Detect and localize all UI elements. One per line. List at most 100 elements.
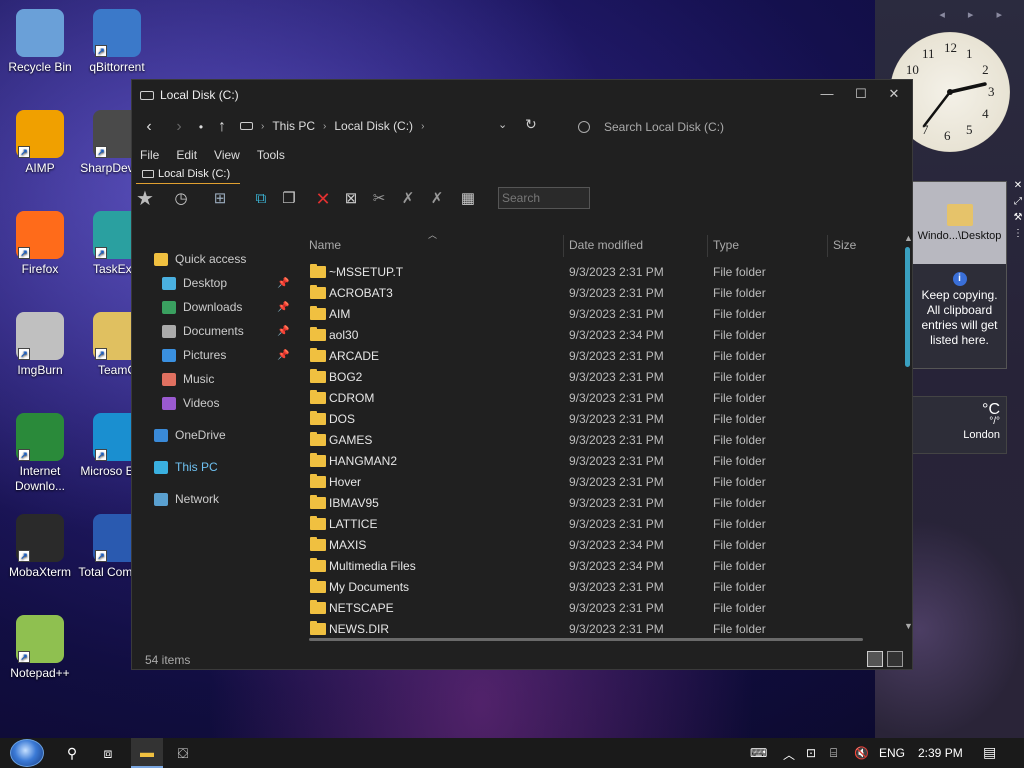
scroll-up-arrow[interactable]: ▲ xyxy=(904,233,913,243)
nav-item-onedrive[interactable]: OneDrive xyxy=(154,425,226,445)
notifications-icon[interactable]: ▤ xyxy=(983,744,996,761)
pin-icon[interactable]: 📌 xyxy=(277,278,289,289)
table-row[interactable]: MAXIS 9/3/2023 2:34 PM File folder xyxy=(302,535,902,556)
table-row[interactable]: DOS 9/3/2023 2:31 PM File folder xyxy=(302,409,902,430)
network-icon[interactable]: ⌸ xyxy=(830,746,837,761)
sidebar-nav-arrows[interactable]: ◂ ▸ ▸ xyxy=(939,8,1012,21)
table-row[interactable]: Multimedia Files 9/3/2023 2:34 PM File fol… xyxy=(302,556,902,577)
column-header-date[interactable]: Date modified xyxy=(569,238,643,256)
history-clock-icon[interactable]: ◷ xyxy=(170,190,192,208)
drag-handle-icon[interactable]: ⋮ xyxy=(1012,228,1024,242)
column-divider[interactable] xyxy=(563,235,564,257)
forward-button[interactable]: › xyxy=(164,118,194,136)
table-row[interactable]: ~MSSETUP.T 9/3/2023 2:31 PM File folder xyxy=(302,262,902,283)
column-divider[interactable] xyxy=(827,235,828,257)
table-row[interactable]: BOG2 9/3/2023 2:31 PM File folder xyxy=(302,367,902,388)
maximize-button[interactable]: ☐ xyxy=(846,86,876,102)
chevron-right-icon[interactable]: › xyxy=(261,121,264,132)
search-input[interactable]: Search Local Disk (C:) xyxy=(572,114,902,140)
breadcrumb-this-pc[interactable]: This PC xyxy=(272,119,315,133)
desktop-icon-qbittorrent[interactable]: ↗ qBittorrent xyxy=(77,9,157,75)
view-options-icon[interactable]: ▦ xyxy=(457,190,479,208)
desktop-icon-mobaxterm[interactable]: ↗ MobaXterm xyxy=(0,514,80,580)
new-window-icon[interactable]: ⧉ xyxy=(250,190,272,208)
device-icon[interactable]: ⊡ xyxy=(806,746,816,760)
minimize-button[interactable]: — xyxy=(812,86,842,101)
clipboard-gadget[interactable]: Windo...\Desktop i Keep copying. All cli… xyxy=(912,181,1007,369)
column-header-type[interactable]: Type xyxy=(713,238,739,256)
table-row[interactable]: aol30 9/3/2023 2:34 PM File folder xyxy=(302,325,902,346)
clipboard-entry[interactable]: Windo...\Desktop xyxy=(913,182,1006,264)
scroll-down-arrow[interactable]: ▼ xyxy=(904,621,913,631)
toolbar-search-input[interactable]: Search xyxy=(498,187,590,209)
keyboard-icon[interactable]: ⌨ xyxy=(750,746,767,760)
chevron-right-icon[interactable]: › xyxy=(323,121,326,132)
menu-tools[interactable]: Tools xyxy=(257,148,285,162)
details-view-button[interactable] xyxy=(867,651,883,667)
volume-muted-icon[interactable]: 🔇 xyxy=(854,746,869,760)
windows-flag-icon[interactable]: ⊞ xyxy=(209,190,231,208)
task-view-icon[interactable]: ⧈ xyxy=(98,743,118,763)
close-button[interactable]: ✕ xyxy=(879,86,909,102)
delete-file-icon[interactable]: ⊠ xyxy=(340,190,362,208)
clear-icon[interactable]: ✗ xyxy=(426,190,448,208)
pin-icon[interactable]: 📌 xyxy=(277,350,289,361)
table-row[interactable]: Hover 9/3/2023 2:31 PM File folder xyxy=(302,472,902,493)
table-row[interactable]: ARCADE 9/3/2023 2:31 PM File folder xyxy=(302,346,902,367)
nav-item-desktop[interactable]: Desktop 📌 xyxy=(162,273,289,293)
remove-icon[interactable]: ✗ xyxy=(397,190,419,208)
table-row[interactable]: ACROBAT3 9/3/2023 2:31 PM File folder xyxy=(302,283,902,304)
table-row[interactable]: AIM 9/3/2023 2:31 PM File folder xyxy=(302,304,902,325)
store-icon[interactable]: ⛋ xyxy=(173,743,193,763)
cascade-windows-icon[interactable]: ❐ xyxy=(278,190,300,208)
close-icon[interactable]: ✕ xyxy=(1012,180,1024,194)
favorites-star-icon[interactable]: ★ xyxy=(134,189,156,209)
table-row[interactable]: LATTICE 9/3/2023 2:31 PM File folder xyxy=(302,514,902,535)
resize-icon[interactable]: ⤢ xyxy=(1012,196,1024,210)
chevron-right-icon[interactable]: › xyxy=(421,121,424,132)
column-header-size[interactable]: Size xyxy=(833,238,856,256)
nav-item-documents[interactable]: Documents 📌 xyxy=(162,321,289,341)
refresh-button[interactable]: ↻ xyxy=(525,116,537,133)
start-button[interactable] xyxy=(10,739,44,767)
search-icon[interactable]: ⚲ xyxy=(62,743,82,763)
thumbnails-view-button[interactable] xyxy=(887,651,903,667)
cut-icon[interactable]: ✂ xyxy=(368,190,390,208)
scrollbar-thumb[interactable] xyxy=(905,247,910,367)
desktop-icon-notepadpp[interactable]: ↗ Notepad++ xyxy=(0,615,80,681)
breadcrumb[interactable]: › This PC › Local Disk (C:) › xyxy=(240,119,424,133)
table-row[interactable]: NETSCAPE 9/3/2023 2:31 PM File folder xyxy=(302,598,902,619)
desktop-icon-recycle-bin[interactable]: Recycle Bin xyxy=(0,9,80,75)
delete-icon[interactable]: ✕ xyxy=(312,190,334,208)
file-explorer-taskbar-icon[interactable]: ▬ xyxy=(131,738,163,768)
nav-item-quick-access[interactable]: Quick access xyxy=(154,249,246,269)
table-row[interactable]: HANGMAN2 9/3/2023 2:31 PM File folder xyxy=(302,451,902,472)
nav-item-pictures[interactable]: Pictures 📌 xyxy=(162,345,289,365)
nav-item-downloads[interactable]: Downloads 📌 xyxy=(162,297,289,317)
horizontal-scrollbar[interactable] xyxy=(309,638,863,641)
menu-file[interactable]: File xyxy=(140,148,159,162)
vertical-scrollbar[interactable]: ▲ ▼ xyxy=(903,233,913,633)
recent-locations-button[interactable]: • xyxy=(194,120,208,134)
table-row[interactable]: GAMES 9/3/2023 2:31 PM File folder xyxy=(302,430,902,451)
nav-item-this-pc[interactable]: This PC xyxy=(154,457,218,477)
column-divider[interactable] xyxy=(707,235,708,257)
pin-icon[interactable]: 📌 xyxy=(277,302,289,313)
table-row[interactable]: CDROM 9/3/2023 2:31 PM File folder xyxy=(302,388,902,409)
breadcrumb-local-disk[interactable]: Local Disk (C:) xyxy=(334,119,413,133)
back-button[interactable]: ‹ xyxy=(134,118,164,136)
nav-item-videos[interactable]: Videos xyxy=(162,393,219,413)
desktop-icon-imgburn[interactable]: ↗ ImgBurn xyxy=(0,312,80,378)
table-row[interactable]: NEWS.DIR 9/3/2023 2:31 PM File folder xyxy=(302,619,902,635)
desktop-icon-firefox[interactable]: ↗ Firefox xyxy=(0,211,80,277)
desktop-icon-internet-download-manager[interactable]: ↗ Internet Downlo... xyxy=(0,413,80,494)
weather-gadget[interactable]: °C °/° London xyxy=(912,396,1007,454)
table-row[interactable]: My Documents 9/3/2023 2:31 PM File folder xyxy=(302,577,902,598)
address-history-button[interactable]: ⌄ xyxy=(498,118,507,131)
chevron-up-icon[interactable]: ︿ xyxy=(783,746,795,763)
tab-local-disk[interactable]: Local Disk (C:) xyxy=(136,166,240,184)
nav-item-network[interactable]: Network xyxy=(154,489,219,509)
desktop-icon-aimp[interactable]: ↗ AIMP xyxy=(0,110,80,176)
nav-item-music[interactable]: Music xyxy=(162,369,214,389)
title-bar[interactable]: Local Disk (C:) — ☐ ✕ xyxy=(132,80,912,110)
